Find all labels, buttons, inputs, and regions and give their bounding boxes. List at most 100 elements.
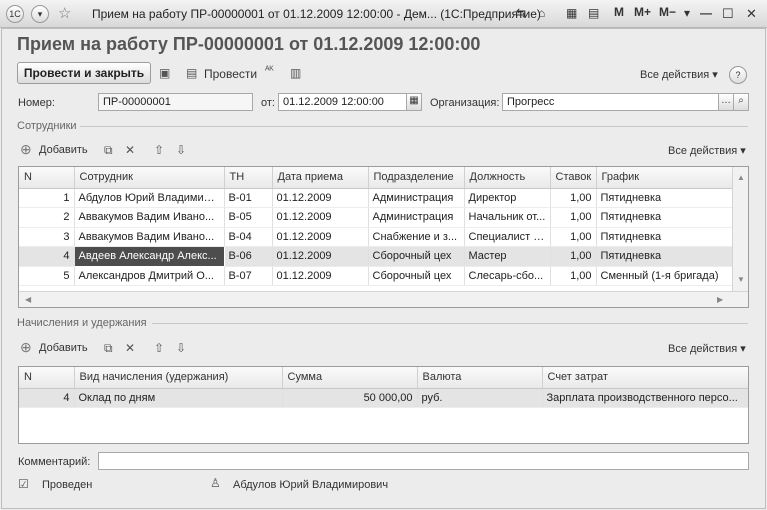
table-cell[interactable]: 1,00 xyxy=(550,227,597,247)
table-cell[interactable]: 1,00 xyxy=(550,207,597,228)
table-cell[interactable]: Директор xyxy=(464,188,551,208)
table-cell[interactable]: 4 xyxy=(19,388,75,408)
column-header[interactable]: Сотрудник xyxy=(74,167,225,189)
table-cell[interactable]: Аввакумов Вадим Ивано... xyxy=(74,207,225,228)
table-cell[interactable]: Начальник от... xyxy=(464,207,551,228)
date-field[interactable]: 01.12.2009 12:00:00 xyxy=(278,93,409,111)
column-header[interactable]: Дата приема xyxy=(272,167,369,189)
memory-minus-button[interactable]: M− xyxy=(659,5,676,19)
table-cell[interactable]: 2 xyxy=(19,207,75,228)
favorite-star-icon[interactable]: ☆ xyxy=(58,4,71,22)
link-icon[interactable]: ⇆ xyxy=(516,6,526,20)
accruals-all-actions-menu[interactable]: Все действия ▾ xyxy=(668,342,746,355)
column-header[interactable]: Сумма xyxy=(282,367,418,389)
table-row[interactable]: 1 Абдулов Юрий Владимиро... В-01 01.12.2… xyxy=(19,188,733,208)
table-cell[interactable]: Снабжение и з... xyxy=(368,227,465,247)
number-field[interactable]: ПР-00000001 xyxy=(98,93,253,111)
table-cell[interactable]: В-01 xyxy=(224,188,273,208)
table-cell[interactable]: Слесарь-сбо... xyxy=(464,266,551,286)
column-header[interactable]: Валюта xyxy=(417,367,543,389)
table-cell[interactable]: Зарплата производственного персо... xyxy=(542,388,748,408)
help-button[interactable]: ? xyxy=(729,66,747,84)
post-button[interactable]: Провести xyxy=(204,67,257,81)
delete-icon[interactable]: ✕ xyxy=(125,341,135,355)
table-cell[interactable]: Пятидневка xyxy=(596,246,733,267)
scroll-right-arrow-icon[interactable]: ▶ xyxy=(717,295,723,304)
table-cell[interactable]: В-07 xyxy=(224,266,273,286)
move-up-icon[interactable]: ⇧ xyxy=(154,341,164,355)
minimize-icon[interactable]: — xyxy=(700,6,712,20)
save-icon[interactable]: ▣ xyxy=(159,66,170,80)
table-cell[interactable]: 1,00 xyxy=(550,246,597,267)
column-header[interactable]: График xyxy=(596,167,733,189)
table-cell[interactable]: 01.12.2009 xyxy=(272,227,369,247)
calendar-icon[interactable]: ▤ xyxy=(588,6,599,20)
search-icon[interactable]: ⌕ xyxy=(733,93,749,111)
scroll-up-arrow-icon[interactable]: ▲ xyxy=(737,173,745,182)
table-cell[interactable]: 1,00 xyxy=(550,266,597,286)
memory-m-button[interactable]: M xyxy=(614,5,624,19)
employees-table[interactable]: N Сотрудник ТН Дата приема Подразделение… xyxy=(18,166,749,308)
table-cell[interactable]: 01.12.2009 xyxy=(272,246,369,267)
table-cell[interactable]: 3 xyxy=(19,227,75,247)
table-cell[interactable]: В-06 xyxy=(224,246,273,267)
column-header[interactable]: N xyxy=(19,167,75,189)
column-header[interactable]: Ставок xyxy=(550,167,597,189)
column-header[interactable]: Должность xyxy=(464,167,551,189)
maximize-icon[interactable]: ☐ xyxy=(722,6,734,22)
table-cell[interactable]: Администрация xyxy=(368,188,465,208)
table-cell[interactable]: Аввакумов Вадим Ивано... xyxy=(74,227,225,247)
calendar-picker-icon[interactable]: ▦ xyxy=(406,93,422,111)
table-row-selected[interactable]: 4 Авдеев Александр Алекс... В-06 01.12.2… xyxy=(19,246,733,267)
table-cell[interactable]: Сборочный цех xyxy=(368,246,465,267)
structure-icon[interactable]: ᴬᴷ xyxy=(265,64,274,78)
organization-field[interactable]: Прогресс xyxy=(502,93,720,111)
table-cell[interactable]: 01.12.2009 xyxy=(272,266,369,286)
move-down-icon[interactable]: ⇩ xyxy=(176,143,186,157)
column-header[interactable]: Вид начисления (удержания) xyxy=(74,367,283,389)
move-up-icon[interactable]: ⇧ xyxy=(154,143,164,157)
table-row[interactable]: 3 Аввакумов Вадим Ивано... В-04 01.12.20… xyxy=(19,227,733,247)
table-cell[interactable]: 1 xyxy=(19,188,75,208)
table-cell[interactable]: Мастер xyxy=(464,246,551,267)
vertical-scrollbar[interactable]: ▲ ▼ xyxy=(732,167,748,291)
add-employee-button[interactable]: Добавить xyxy=(39,144,88,156)
table-cell[interactable]: Пятидневка xyxy=(596,207,733,228)
home-icon[interactable]: ⌂ xyxy=(538,6,545,20)
report-icon[interactable]: ▥ xyxy=(290,66,301,80)
table-cell[interactable]: Администрация xyxy=(368,207,465,228)
chevron-down-icon[interactable]: ▾ xyxy=(684,6,690,20)
post-icon[interactable]: ▤ xyxy=(186,66,197,80)
table-cell[interactable]: Сменный (1-я бригада) xyxy=(596,266,733,286)
comment-field[interactable] xyxy=(98,452,749,470)
app-logo-icon[interactable]: 1С xyxy=(6,5,24,23)
calculator-icon[interactable]: ▦ xyxy=(566,6,577,20)
move-down-icon[interactable]: ⇩ xyxy=(176,341,186,355)
table-row[interactable]: 5 Александров Дмитрий О... В-07 01.12.20… xyxy=(19,266,733,286)
column-header[interactable]: Счет затрат xyxy=(542,367,748,389)
table-cell[interactable]: 1,00 xyxy=(550,188,597,208)
table-cell[interactable]: Оклад по дням xyxy=(74,388,283,408)
employees-all-actions-menu[interactable]: Все действия ▾ xyxy=(668,144,746,157)
add-icon[interactable]: ⊕ xyxy=(20,340,32,354)
table-cell[interactable]: В-05 xyxy=(224,207,273,228)
copy-icon[interactable]: ⧉ xyxy=(104,143,113,157)
scroll-down-arrow-icon[interactable]: ▼ xyxy=(737,275,745,284)
table-cell[interactable]: 50 000,00 xyxy=(282,388,418,408)
table-cell[interactable]: В-04 xyxy=(224,227,273,247)
table-cell[interactable]: 01.12.2009 xyxy=(272,188,369,208)
column-header[interactable]: N xyxy=(19,367,75,389)
accruals-table[interactable]: N Вид начисления (удержания) Сумма Валют… xyxy=(18,366,749,444)
all-actions-menu[interactable]: Все действия ▾ xyxy=(640,68,718,81)
table-cell[interactable]: Сборочный цех xyxy=(368,266,465,286)
horizontal-scrollbar[interactable]: ◀ ▶ xyxy=(19,291,748,307)
memory-plus-button[interactable]: M+ xyxy=(634,5,651,19)
scroll-left-arrow-icon[interactable]: ◀ xyxy=(25,295,31,304)
add-icon[interactable]: ⊕ xyxy=(20,142,32,156)
column-header[interactable]: ТН xyxy=(224,167,273,189)
main-menu-icon[interactable]: ▾ xyxy=(31,5,49,23)
table-cell-current[interactable]: Авдеев Александр Алекс... xyxy=(73,246,225,267)
table-cell[interactable]: 5 xyxy=(19,266,75,286)
close-icon[interactable]: ✕ xyxy=(746,6,757,22)
table-cell[interactable]: Специалист п... xyxy=(464,227,551,247)
